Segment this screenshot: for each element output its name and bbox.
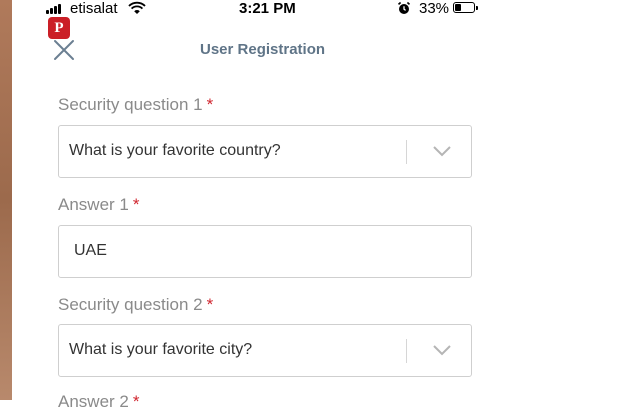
security-question-1-value: What is your favorite country? (69, 142, 281, 159)
chevron-down-icon (433, 146, 451, 157)
answer-1-label-text: Answer 1 (58, 195, 129, 214)
security-question-2-select[interactable]: What is your favorite city? (58, 324, 472, 377)
required-mark: * (206, 95, 214, 114)
battery-icon (453, 2, 475, 13)
pinterest-icon[interactable]: P (48, 17, 70, 39)
security-question-2-label-text: Security question 2 (58, 295, 203, 314)
required-mark: * (206, 295, 214, 314)
security-question-2-value: What is your favorite city? (69, 341, 253, 358)
alarm-icon (397, 1, 411, 14)
background-strip (0, 0, 12, 400)
chevron-down-icon (433, 345, 451, 356)
security-question-1-label-text: Security question 1 (58, 95, 203, 114)
security-question-1-select[interactable]: What is your favorite country? (58, 125, 472, 178)
answer-1-value: UAE (74, 242, 107, 259)
status-bar: etisalat 3:21 PM 33% (12, 0, 490, 18)
signal-icon (46, 3, 64, 14)
status-time: 3:21 PM (239, 0, 296, 17)
battery-cap (476, 6, 478, 10)
battery-level-fill (455, 4, 461, 11)
select-divider (406, 140, 407, 164)
select-divider (406, 339, 407, 363)
security-question-2-label: Security question 2 * (58, 295, 213, 315)
carrier-name: etisalat (70, 0, 118, 17)
answer-2-label-text: Answer 2 (58, 392, 129, 411)
wifi-icon (128, 1, 146, 14)
battery-percentage: 33% (419, 0, 450, 17)
answer-1-input[interactable]: UAE (58, 225, 472, 278)
close-icon[interactable] (52, 38, 76, 62)
page-title: User Registration (200, 41, 326, 58)
phone-screen: etisalat 3:21 PM 33% P User Registration… (12, 0, 622, 411)
security-question-1-label: Security question 1 * (58, 95, 213, 115)
answer-1-label: Answer 1 * (58, 195, 140, 215)
answer-2-label: Answer 2 * (58, 392, 140, 412)
required-mark: * (132, 392, 140, 411)
required-mark: * (132, 195, 140, 214)
